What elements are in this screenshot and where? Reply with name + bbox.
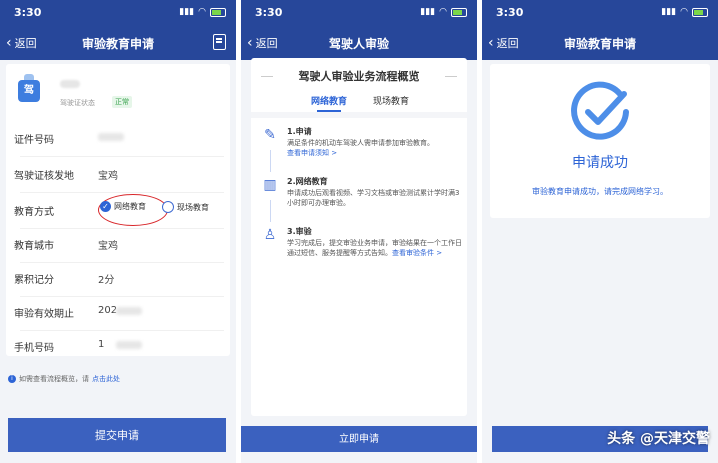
step-desc: 满足条件的机动车驾驶人需申请参加审验教育。 查看申请须知 > bbox=[287, 138, 463, 158]
hint-text: 如需查看流程概览，请 bbox=[19, 375, 89, 383]
apply-now-button[interactable]: 立即申请 bbox=[241, 426, 477, 452]
application-form-card: 驾 驾驶证状态 正常 证件号码 驾驶证核发地 宝鸡 教育方式 ✓ 网络教育 现场教… bbox=[6, 64, 230, 356]
tab-online-education[interactable]: 网络教育 bbox=[311, 94, 347, 112]
masked-value bbox=[98, 133, 124, 141]
field-label: 教育方式 bbox=[14, 207, 54, 218]
success-check-icon bbox=[571, 81, 629, 140]
page-title: 审验教育申请 bbox=[563, 37, 636, 51]
field-label: 手机号码 bbox=[14, 343, 54, 354]
tab-onsite-education[interactable]: 现场教育 bbox=[373, 94, 409, 107]
nav-bar: ‹ 返回 审验教育申请 bbox=[482, 26, 718, 60]
field-accumulated-points: 累积记分 2分 bbox=[14, 268, 224, 288]
field-review-expiry: 审验有效期止 202 bbox=[14, 302, 224, 322]
submit-application-button[interactable]: 提交申请 bbox=[8, 418, 226, 452]
field-license-issuer: 驾驶证核发地 宝鸡 bbox=[14, 164, 224, 184]
battery-icon bbox=[451, 7, 467, 17]
person-icon: ♙ bbox=[263, 227, 277, 243]
watermark: 头条 @天津交警 bbox=[607, 431, 710, 447]
field-value: 202 bbox=[98, 305, 118, 316]
edit-document-icon: ✎ bbox=[264, 127, 276, 143]
option-label: 现场教育 bbox=[177, 202, 209, 212]
field-label: 教育城市 bbox=[14, 241, 54, 252]
wifi-icon: ◠ bbox=[680, 7, 688, 17]
option-onsite-education[interactable]: 现场教育 bbox=[162, 201, 209, 213]
info-icon: i bbox=[8, 375, 16, 383]
status-bar: 3:30 ▮▮▮ ◠ bbox=[0, 0, 236, 26]
field-value: 宝鸡 bbox=[98, 171, 118, 182]
license-status-label: 驾驶证状态 bbox=[60, 99, 95, 107]
option-label: 网络教育 bbox=[114, 202, 146, 211]
status-icons: ▮▮▮ ◠ bbox=[661, 7, 708, 17]
status-time: 3:30 bbox=[14, 6, 42, 19]
field-value: 1 bbox=[98, 339, 105, 350]
masked-name bbox=[60, 80, 80, 88]
field-value: 2分 bbox=[98, 275, 115, 286]
process-overview-card: 驾驶人审验业务流程概览 网络教育 现场教育 ✎ 1.申请 满足条件的机动车驾驶人… bbox=[251, 58, 467, 416]
status-bar: 3:30 ▮▮▮ ◠ bbox=[241, 0, 477, 26]
wifi-icon: ◠ bbox=[439, 7, 447, 17]
success-card: 申请成功 审验教育申请成功，请完成网络学习。 bbox=[490, 64, 710, 218]
success-message: 审验教育申请成功，请完成网络学习。 bbox=[532, 187, 668, 196]
apply-notice-link[interactable]: 查看申请须知 > bbox=[287, 149, 337, 157]
step-desc: 申请成功后观看视频、学习文档或审验测试累计学时满3小时即可办理审验。 bbox=[287, 189, 460, 207]
overview-title: 驾驶人审验业务流程概览 bbox=[298, 70, 420, 83]
status-icons: ▮▮▮ ◠ bbox=[179, 7, 226, 17]
battery-icon bbox=[210, 7, 226, 17]
radio-icon bbox=[162, 201, 174, 213]
signal-icon: ▮▮▮ bbox=[420, 7, 436, 17]
status-icons: ▮▮▮ ◠ bbox=[420, 7, 467, 17]
status-bar: 3:30 ▮▮▮ ◠ bbox=[482, 0, 718, 26]
status-time: 3:30 bbox=[496, 6, 524, 19]
battery-icon bbox=[692, 7, 708, 17]
field-phone-number: 手机号码 1 bbox=[14, 336, 224, 356]
license-avatar-icon: 驾 bbox=[18, 74, 40, 102]
field-id-number: 证件号码 bbox=[14, 128, 224, 148]
field-value: 宝鸡 bbox=[98, 241, 118, 252]
hint-link[interactable]: 点击此处 bbox=[92, 374, 120, 384]
check-icon: ✓ bbox=[100, 201, 111, 212]
status-time: 3:30 bbox=[255, 6, 283, 19]
book-icon: ▥ bbox=[263, 177, 277, 193]
phone-screen-process-overview: 3:30 ▮▮▮ ◠ ‹ 返回 驾驶人审验 驾驶人审验业务流程概览 网络教育 现场教… bbox=[241, 0, 477, 463]
signal-icon: ▮▮▮ bbox=[661, 7, 677, 17]
step-title: 3.审验 bbox=[287, 227, 312, 236]
page-title: 审验教育申请 bbox=[81, 37, 154, 51]
field-label: 累积记分 bbox=[14, 275, 54, 286]
status-badge: 正常 bbox=[112, 96, 132, 108]
field-education-city: 教育城市 宝鸡 bbox=[14, 234, 224, 254]
option-online-education[interactable]: ✓ 网络教育 bbox=[100, 201, 146, 212]
field-label: 审验有效期止 bbox=[14, 309, 74, 320]
document-icon[interactable] bbox=[213, 34, 226, 50]
step-title: 2.网络教育 bbox=[287, 177, 328, 186]
page-title: 驾驶人审验 bbox=[328, 37, 389, 51]
field-education-method: 教育方式 ✓ 网络教育 现场教育 bbox=[14, 194, 224, 226]
step-desc: 学习完成后，提交审验业务申请，审验结果在一个工作日通过短信、服务提醒等方式告知。… bbox=[287, 238, 463, 258]
step-desc-text: 满足条件的机动车驾驶人需申请参加审验教育。 bbox=[287, 139, 434, 147]
phone-screen-application: 3:30 ▮▮▮ ◠ ‹ 返回 审验教育申请 驾 驾驶证状态 正常 证件号码 驾驶证… bbox=[0, 0, 236, 463]
field-label: 证件号码 bbox=[14, 135, 54, 146]
phone-screen-success: 3:30 ▮▮▮ ◠ ‹ 返回 审验教育申请 申请成功 审验教育申请成功，请完成网络… bbox=[482, 0, 718, 463]
wifi-icon: ◠ bbox=[198, 7, 206, 17]
nav-bar: ‹ 返回 驾驶人审验 bbox=[241, 26, 477, 60]
nav-bar: ‹ 返回 审验教育申请 bbox=[0, 26, 236, 60]
field-label: 驾驶证核发地 bbox=[14, 171, 74, 182]
success-title: 申请成功 bbox=[572, 155, 628, 171]
step-title: 1.申请 bbox=[287, 127, 312, 136]
process-hint: i 如需查看流程概览，请 点击此处 bbox=[8, 374, 120, 384]
review-conditions-link[interactable]: 查看审验条件 > bbox=[392, 249, 442, 257]
signal-icon: ▮▮▮ bbox=[179, 7, 195, 17]
